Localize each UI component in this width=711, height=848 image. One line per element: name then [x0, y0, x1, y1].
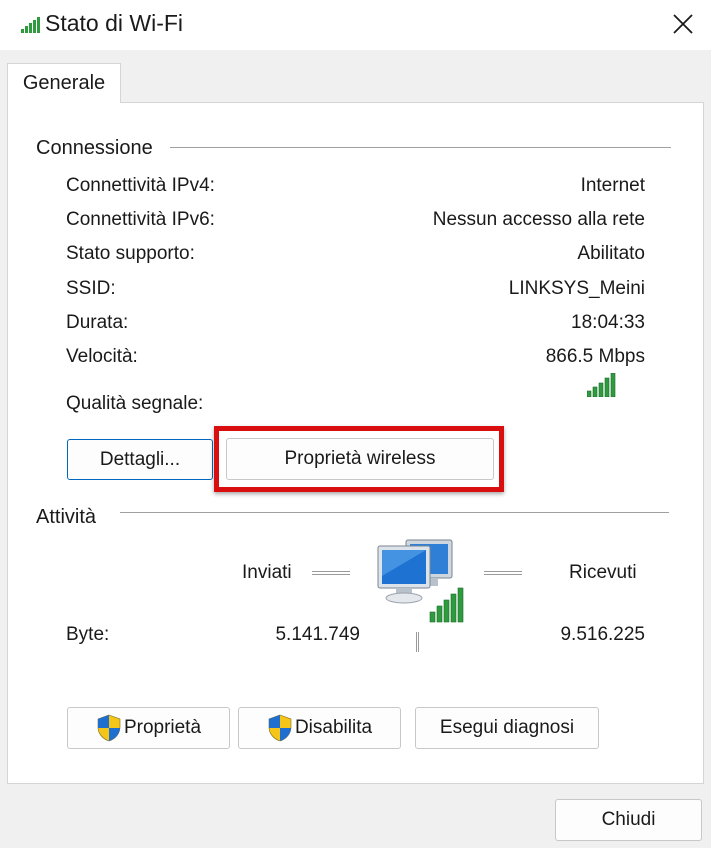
close-icon	[673, 14, 693, 34]
uac-shield-icon	[268, 714, 292, 742]
ssid-label: SSID:	[66, 278, 116, 299]
media-state-value: Abilitato	[577, 243, 645, 264]
ipv6-label: Connettività IPv6:	[66, 209, 215, 230]
properties-button[interactable]: Proprietà	[67, 707, 230, 749]
title-bar: Stato di Wi-Fi	[0, 0, 711, 50]
uac-shield-icon	[97, 714, 121, 742]
received-label: Ricevuti	[569, 562, 637, 583]
annotation-highlight-box	[214, 426, 504, 492]
ssid-value: LINKSYS_Meini	[508, 278, 645, 299]
properties-button-label: Proprietà	[123, 717, 202, 738]
ipv6-value: Nessun accesso alla rete	[432, 209, 645, 230]
disable-button-label: Disabilita	[294, 717, 373, 738]
details-button[interactable]: Dettagli...	[67, 439, 213, 480]
ipv4-value: Internet	[580, 175, 645, 196]
speed-label: Velocità:	[66, 346, 138, 367]
signal-quality-icon	[587, 373, 616, 397]
close-window-button[interactable]	[660, 4, 706, 44]
activity-group-title: Attività	[36, 505, 111, 529]
media-state-label: Stato supporto:	[66, 243, 195, 264]
wifi-signal-icon	[21, 17, 40, 33]
diagnose-button[interactable]: Esegui diagnosi	[415, 707, 599, 749]
speed-value: 866.5 Mbps	[545, 346, 645, 367]
activity-separator	[416, 632, 419, 652]
disable-button[interactable]: Disabilita	[238, 707, 401, 749]
duration-value: 18:04:33	[571, 312, 645, 333]
duration-label: Durata:	[66, 312, 129, 333]
close-button[interactable]: Chiudi	[555, 799, 702, 841]
network-computers-icon	[377, 539, 464, 623]
signal-quality-label: Qualità segnale:	[66, 393, 204, 414]
bytes-label: Byte:	[66, 624, 110, 645]
bytes-sent-value: 5.141.749	[275, 624, 360, 645]
window-title: Stato di Wi-Fi	[45, 10, 184, 36]
ipv4-label: Connettività IPv4:	[66, 175, 215, 196]
connection-divider	[170, 147, 671, 148]
tab-generale[interactable]: Generale	[7, 63, 121, 103]
sent-line	[312, 571, 350, 575]
connection-group-title: Connessione	[36, 136, 167, 160]
activity-divider	[120, 512, 669, 513]
sent-label: Inviati	[242, 562, 292, 583]
bytes-received-value: 9.516.225	[560, 624, 645, 645]
received-line	[484, 571, 522, 575]
